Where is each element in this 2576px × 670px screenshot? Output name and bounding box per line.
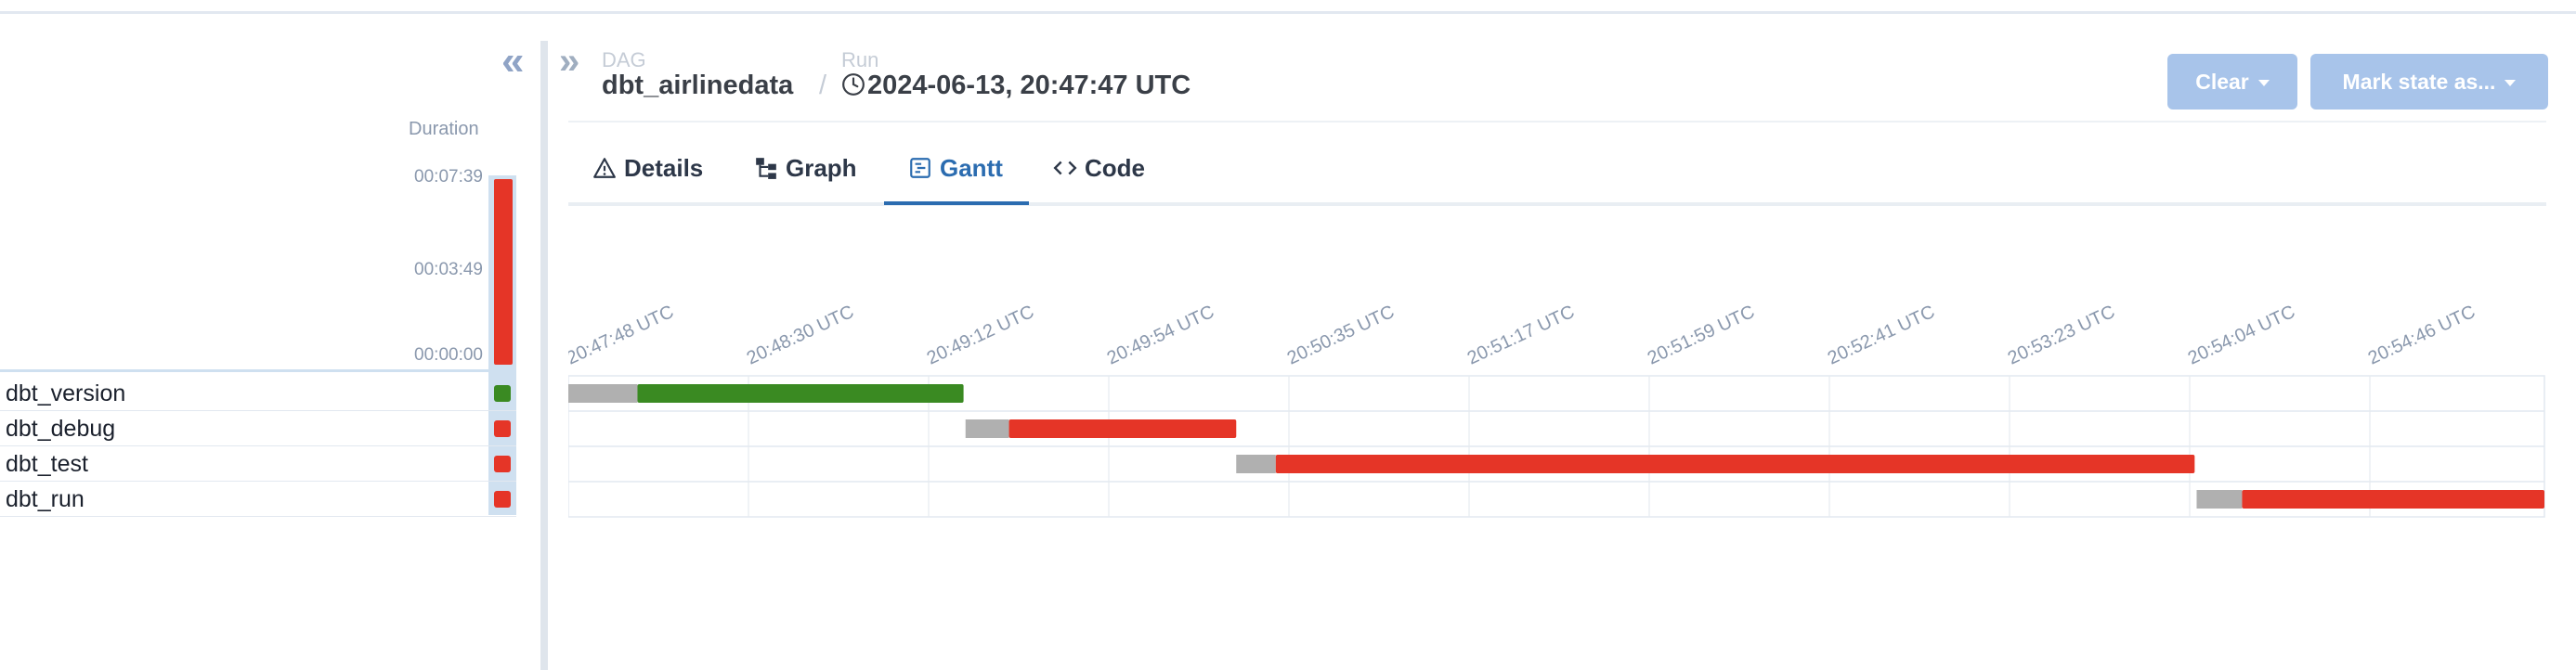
gantt-time-tick: 20:52:41 UTC (1825, 302, 1938, 369)
task-tree-panel: « Duration 00:07:39 00:03:49 00:00:00 db… (0, 0, 540, 670)
gantt-icon (910, 158, 930, 178)
tab-code[interactable]: Code (1053, 137, 1145, 204)
panel-resize-handle[interactable] (540, 41, 548, 670)
task-row-dbt-run[interactable]: dbt_run (0, 481, 516, 517)
clear-button[interactable]: Clear (2167, 54, 2297, 110)
gantt-run-bar[interactable] (2242, 490, 2544, 509)
task-name: dbt_version (6, 380, 126, 406)
tab-details-label: Details (624, 154, 704, 182)
breadcrumb-separator: / (819, 71, 827, 100)
gantt-run-bar[interactable] (1008, 419, 1237, 438)
collapse-panel-icon[interactable]: « (501, 41, 524, 82)
gantt-time-tick: 20:49:12 UTC (924, 302, 1037, 369)
task-name: dbt_test (6, 451, 88, 477)
task-status-square[interactable] (494, 420, 511, 437)
gantt-time-tick: 20:54:04 UTC (2185, 302, 2298, 369)
task-name: dbt_run (6, 486, 85, 512)
duration-tick-mid: 00:03:49 (414, 260, 483, 279)
gantt-time-tick: 20:51:17 UTC (1464, 302, 1578, 369)
gantt-time-tick: 20:50:35 UTC (1284, 302, 1398, 369)
tab-graph[interactable]: Graph (754, 137, 857, 204)
gantt-time-tick: 20:47:48 UTC (568, 302, 677, 369)
run-duration-bar[interactable] (494, 179, 513, 365)
gantt-time-tick: 20:53:23 UTC (2005, 302, 2118, 369)
expand-panel-icon[interactable]: » (559, 43, 579, 80)
gantt-svg: 20:47:48 UTC 20:48:30 UTC 20:49:12 UTC 20:4… (568, 302, 2545, 518)
gantt-time-tick: 20:51:59 UTC (1645, 302, 1758, 369)
graph-icon (756, 158, 776, 179)
gantt-time-tick: 20:48:30 UTC (744, 302, 857, 369)
code-icon (1053, 161, 1077, 175)
task-row-dbt-debug[interactable]: dbt_debug (0, 410, 516, 446)
gantt-time-tick: 20:49:54 UTC (1104, 302, 1217, 369)
header-divider (568, 121, 2546, 122)
clock-icon (842, 73, 865, 96)
gantt-run-bar[interactable] (637, 384, 964, 403)
tab-gantt[interactable]: Gantt (908, 137, 1003, 204)
gantt-queued-bar[interactable] (965, 419, 1009, 438)
task-row-dbt-version[interactable]: dbt_version (0, 375, 516, 411)
breadcrumb-run-label: Run (841, 48, 879, 71)
task-row-dbt-test[interactable]: dbt_test (0, 445, 516, 482)
gantt-queued-bar[interactable] (2196, 490, 2243, 509)
task-status-square[interactable] (494, 385, 511, 402)
task-name: dbt_debug (6, 416, 116, 442)
gantt-queued-bar[interactable] (1236, 455, 1276, 473)
breadcrumb-dag-name[interactable]: dbt_airlinedata (602, 71, 793, 101)
tab-graph-label: Graph (786, 154, 857, 182)
warning-icon (593, 158, 616, 178)
gantt-run-bar[interactable] (1275, 455, 2195, 473)
mark-state-button[interactable]: Mark state as... (2310, 54, 2548, 110)
tab-gantt-label: Gantt (940, 154, 1003, 182)
tabs-divider (568, 202, 2546, 206)
clear-button-label: Clear (2195, 70, 2249, 94)
tab-code-label: Code (1085, 154, 1145, 182)
breadcrumb-dag-label: DAG (602, 48, 646, 71)
task-status-square[interactable] (494, 491, 511, 508)
task-status-square[interactable] (494, 456, 511, 472)
duration-tick-zero: 00:00:00 (414, 345, 483, 365)
duration-title: Duration (409, 119, 479, 139)
tree-header-divider (0, 369, 516, 372)
chevron-down-icon (2504, 80, 2517, 87)
tab-details[interactable]: Details (592, 137, 703, 204)
breadcrumb-run-value[interactable]: 2024-06-13, 20:47:47 UTC (867, 71, 1190, 101)
gantt-queued-bar[interactable] (568, 384, 638, 403)
chevron-down-icon (2257, 80, 2270, 87)
duration-tick-max: 00:07:39 (414, 167, 483, 187)
mark-state-button-label: Mark state as... (2342, 70, 2496, 94)
gantt-chart: 20:47:48 UTC 20:48:30 UTC 20:49:12 UTC 20:4… (568, 213, 2546, 520)
gantt-time-tick: 20:54:46 UTC (2365, 302, 2478, 369)
active-tab-indicator (884, 201, 1029, 205)
